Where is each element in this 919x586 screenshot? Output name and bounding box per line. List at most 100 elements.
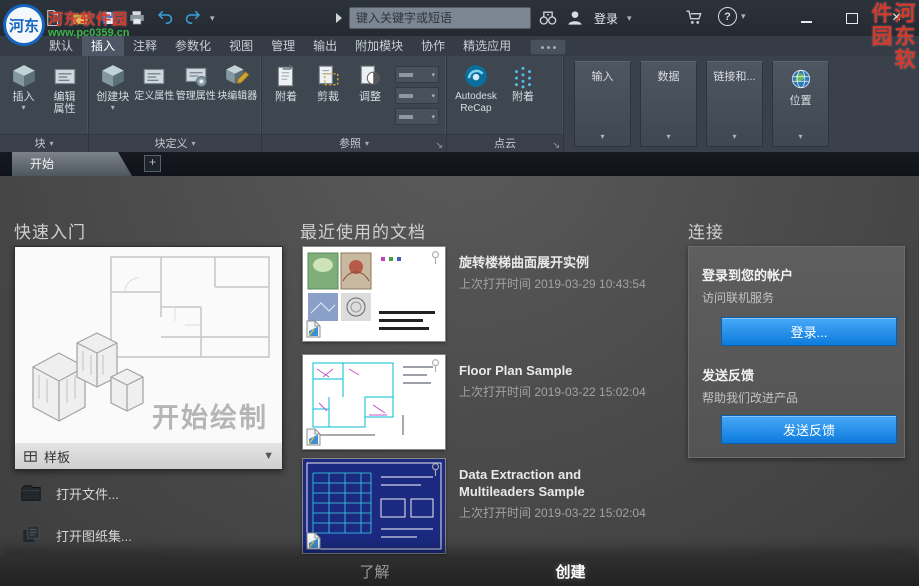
attach-reference-button[interactable]: 附着 xyxy=(265,60,307,103)
tab-featured-apps[interactable]: 精选应用 xyxy=(454,36,520,56)
open-sheet-set-link[interactable]: 打开图纸集... xyxy=(18,524,132,546)
dwg-file-icon xyxy=(306,428,321,446)
template-dropdown-icon[interactable]: ▼ xyxy=(263,450,274,462)
autodesk-recap-button[interactable]: Autodesk ReCap xyxy=(450,60,502,115)
attach-icon xyxy=(271,61,301,91)
insert-block-button[interactable]: 插入 ▾ xyxy=(3,60,44,112)
minimize-button[interactable] xyxy=(784,0,829,36)
app-store-cart-button[interactable] xyxy=(684,7,704,27)
help-icon[interactable]: ? xyxy=(718,7,737,26)
minimize-icon xyxy=(801,21,812,23)
manage-attribute-button[interactable]: 管理属性 xyxy=(175,60,217,103)
learn-tab[interactable]: 了解 xyxy=(359,561,389,582)
create-tab[interactable]: 创建 xyxy=(556,561,586,582)
tab-parametric[interactable]: 参数化 xyxy=(166,36,220,56)
edit-attribute-icon xyxy=(50,61,80,91)
panel-import[interactable]: 输入 ▾ xyxy=(574,61,631,147)
adjust-icon xyxy=(355,61,385,91)
tab-manage[interactable]: 管理 xyxy=(262,36,304,56)
ribbon-options-button[interactable] xyxy=(530,39,566,55)
panel-location[interactable]: 位置 ▾ xyxy=(772,61,829,147)
tab-output[interactable]: 输出 xyxy=(304,36,346,56)
recent-doc-item[interactable]: 旋转楼梯曲面展开实例 上次打开时间 2019-03-29 10:43:54 xyxy=(302,246,646,342)
adjust-button[interactable]: 调整 xyxy=(349,60,391,103)
recent-doc-title[interactable]: Floor Plan Sample xyxy=(459,362,624,379)
tab-annotate[interactable]: 注释 xyxy=(124,36,166,56)
panel-expand-icon: ▾ xyxy=(365,136,369,152)
plot-button[interactable] xyxy=(126,7,148,29)
edit-attribute-button[interactable]: 编辑 属性 xyxy=(44,60,85,115)
panel-point-cloud-label[interactable]: 点云 ↘ xyxy=(447,134,563,152)
start-tab[interactable]: 开始 xyxy=(12,152,132,176)
panel-linking-extraction[interactable]: 链接和... ▾ xyxy=(706,61,763,147)
pin-icon[interactable] xyxy=(429,358,442,373)
tab-collaborate[interactable]: 协作 xyxy=(412,36,454,56)
recent-doc-subtitle: 上次打开时间 2019-03-22 15:02:04 xyxy=(459,504,646,521)
sign-in-button[interactable]: 登录 xyxy=(594,10,618,27)
open-file-link[interactable]: 打开文件... xyxy=(18,482,119,504)
recent-doc-thumbnail[interactable] xyxy=(302,354,446,450)
titlebar: ▾ 登录 ▾ ? ▾ × xyxy=(0,0,919,37)
sign-in-dropdown-icon[interactable]: ▾ xyxy=(627,13,632,24)
tab-insert[interactable]: 插入 xyxy=(82,36,124,56)
help-group: ? ▾ xyxy=(718,7,746,26)
feedback-title: 发送反馈 xyxy=(702,365,754,384)
create-block-button[interactable]: 创建块 ▾ xyxy=(92,60,134,112)
recent-doc-thumbnail[interactable] xyxy=(302,458,446,554)
dialog-launcher-icon[interactable]: ↘ xyxy=(552,141,560,150)
recent-doc-item[interactable]: Data Extraction and Multileaders Sample … xyxy=(302,458,646,554)
block-editor-icon xyxy=(222,61,252,91)
panel-data[interactable]: 数据 ▾ xyxy=(640,61,697,147)
new-drawing-tab-button[interactable]: + xyxy=(144,155,161,172)
dwg-file-icon xyxy=(306,532,321,550)
recent-doc-title[interactable]: Data Extraction and Multileaders Sample xyxy=(459,466,624,500)
define-attribute-button[interactable]: 定义属性 xyxy=(134,60,176,103)
panel-block-definition-label[interactable]: 块定义▾ xyxy=(89,134,261,152)
attach-point-cloud-button[interactable]: 附着 xyxy=(502,60,544,103)
qat-customize-arrow-icon[interactable]: ▾ xyxy=(210,13,215,24)
help-dropdown-icon[interactable]: ▾ xyxy=(741,11,746,22)
start-drawing-preview[interactable]: 开始绘制 xyxy=(15,247,282,443)
pin-icon[interactable] xyxy=(429,462,442,477)
frame-setting-control[interactable]: ▾ xyxy=(395,87,439,104)
connect-heading: 连接 xyxy=(688,218,724,243)
search-binoculars-icon[interactable] xyxy=(538,8,558,28)
maximize-icon xyxy=(846,13,858,24)
block-editor-button[interactable]: 块编辑器 xyxy=(217,60,259,103)
dropdown-arrow-icon: ▾ xyxy=(111,103,115,112)
connect-panel: 登录到您的帐户 访问联机服务 登录... 发送反馈 帮助我们改进产品 发送反馈 xyxy=(688,246,905,458)
sign-in-button[interactable]: 登录... xyxy=(721,317,897,346)
tab-view[interactable]: 视图 xyxy=(220,36,262,56)
snap-underlay-control[interactable]: ▾ xyxy=(395,108,439,125)
template-selector[interactable]: 样板 ▼ xyxy=(15,443,282,469)
quickstart-heading: 快速入门 xyxy=(14,218,86,243)
underlay-layers-control[interactable]: ▾ xyxy=(395,66,439,83)
search-input[interactable] xyxy=(349,7,531,29)
recent-doc-title[interactable]: 旋转楼梯曲面展开实例 xyxy=(459,254,624,271)
dropdown-arrow-icon: ▾ xyxy=(21,103,25,112)
undo-button[interactable] xyxy=(154,7,176,29)
maximize-button[interactable] xyxy=(829,0,874,36)
recent-doc-info: Floor Plan Sample 上次打开时间 2019-03-22 15:0… xyxy=(459,354,646,450)
panel-block-label[interactable]: 块▾ xyxy=(0,134,88,152)
redo-button[interactable] xyxy=(182,7,204,29)
start-drawing-card[interactable]: 开始绘制 样板 ▼ xyxy=(14,246,283,470)
clip-button[interactable]: 剪裁 xyxy=(307,60,349,103)
feedback-subtitle: 帮助我们改进产品 xyxy=(702,389,798,406)
tab-default[interactable]: 默认 xyxy=(40,36,82,56)
tab-addins[interactable]: 附加模块 xyxy=(346,36,412,56)
search-expand-icon[interactable] xyxy=(336,13,342,23)
send-feedback-button[interactable]: 发送反馈 xyxy=(721,415,897,444)
recent-doc-item[interactable]: Floor Plan Sample 上次打开时间 2019-03-22 15:0… xyxy=(302,354,646,450)
panel-block-definition: 创建块 ▾ 定义属性 管理属性 块编辑器 块定义▾ xyxy=(89,56,262,152)
thumbnail-image xyxy=(303,355,445,449)
recap-icon xyxy=(461,61,491,91)
create-block-icon xyxy=(98,61,128,91)
dialog-launcher-icon[interactable]: ↘ xyxy=(435,141,443,150)
recent-doc-thumbnail[interactable] xyxy=(302,246,446,342)
pin-icon[interactable] xyxy=(429,250,442,265)
panel-reference-label[interactable]: 参照▾ ↘ xyxy=(262,134,446,152)
panel-expand-icon: ▾ xyxy=(666,132,670,141)
manage-attribute-icon xyxy=(181,61,211,91)
reference-options-stack: ▾ ▾ ▾ xyxy=(395,60,439,125)
